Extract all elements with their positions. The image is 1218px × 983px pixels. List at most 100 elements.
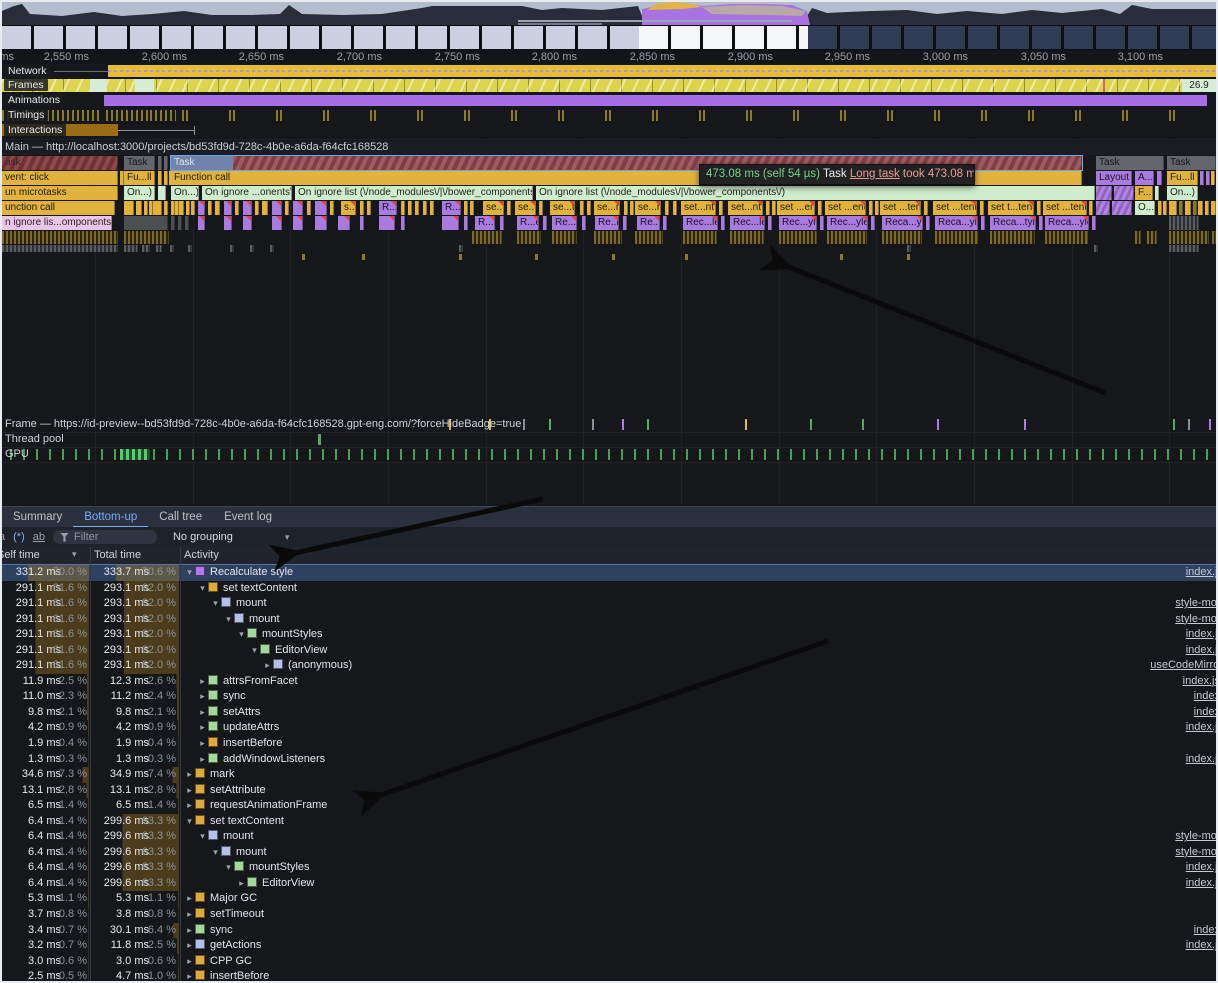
- flame-event[interactable]: n ignore lis...omponents\/): [2, 216, 112, 230]
- flame-event[interactable]: Reca...yle: [1045, 216, 1089, 230]
- activity-name[interactable]: mount: [236, 846, 267, 858]
- grid-header-total-time[interactable]: Total time: [94, 549, 141, 561]
- activity-cell[interactable]: ▸mark: [180, 767, 1216, 783]
- flame-event-fragment[interactable]: [1169, 201, 1177, 215]
- table-row[interactable]: 6.4 ms1.4 %299.6 ms63.3 %▾set textConten…: [2, 814, 1216, 830]
- grid-header-self-time[interactable]: Self time: [0, 549, 40, 561]
- flame-event-fragment[interactable]: [539, 201, 543, 215]
- flame-event-fragment[interactable]: [124, 245, 138, 252]
- table-row[interactable]: 3.2 ms0.7 %11.8 ms2.5 %▸getActionsindex.…: [2, 938, 1216, 954]
- activity-name[interactable]: Major GC: [210, 892, 257, 904]
- activity-name[interactable]: mount: [236, 597, 267, 609]
- activity-cell[interactable]: ▸syncindex.: [180, 923, 1216, 939]
- source-link[interactable]: index.js:: [1183, 674, 1216, 690]
- flame-event-fragment[interactable]: [721, 216, 725, 230]
- flame-event-fragment[interactable]: [464, 216, 468, 230]
- flame-event-fragment[interactable]: [1200, 171, 1204, 185]
- activity-cell[interactable]: ▾mountStylesindex.js: [180, 860, 1216, 876]
- flame-event-fragment[interactable]: [1114, 186, 1134, 200]
- flame-event-fragment[interactable]: [772, 201, 776, 215]
- activity-name[interactable]: (anonymous): [288, 659, 352, 671]
- flame-event-fragment[interactable]: [779, 231, 817, 244]
- activity-name[interactable]: sync: [210, 924, 233, 936]
- source-link[interactable]: index.js: [1186, 720, 1216, 736]
- expander-icon[interactable]: ▾: [236, 627, 247, 643]
- track-frame[interactable]: Frame — https://id-preview--bd53fd9d-728…: [2, 417, 1216, 433]
- flame-event-fragment[interactable]: [171, 216, 175, 230]
- flame-event-fragment[interactable]: [367, 201, 371, 215]
- match-case-icon[interactable]: a: [0, 531, 5, 543]
- table-row[interactable]: 3.4 ms0.7 %30.1 ms6.4 %▸syncindex.: [2, 923, 1216, 939]
- flame-event-fragment[interactable]: [415, 201, 419, 215]
- source-link[interactable]: index.js: [1186, 876, 1216, 892]
- track-network[interactable]: Network: [2, 64, 1216, 79]
- flame-event-fragment[interactable]: [235, 201, 239, 215]
- flame-event-fragment[interactable]: [1205, 201, 1209, 215]
- flame-event-fragment[interactable]: [360, 201, 364, 215]
- table-row[interactable]: 3.0 ms0.6 %3.0 ms0.6 %▸CPP GC: [2, 954, 1216, 970]
- flame-event-fragment[interactable]: [338, 216, 350, 230]
- flame-event-fragment[interactable]: [153, 201, 162, 215]
- expander-icon[interactable]: ▸: [184, 783, 195, 799]
- activity-cell[interactable]: ▸requestAnimationFrame: [180, 798, 1216, 814]
- activity-cell[interactable]: ▾EditorViewindex.js: [180, 643, 1216, 659]
- source-link[interactable]: style-mod: [1175, 612, 1216, 628]
- table-row[interactable]: 3.7 ms0.8 %3.8 ms0.8 %▸setTimeout: [2, 907, 1216, 923]
- expander-icon[interactable]: ▸: [197, 752, 208, 768]
- flame-event-fragment[interactable]: [307, 201, 311, 215]
- flame-event[interactable]: R...: [442, 201, 461, 215]
- time-ruler[interactable]: ms2,550 ms2,600 ms2,650 ms2,700 ms2,750 …: [2, 50, 1216, 65]
- flame-event-fragment[interactable]: [186, 201, 190, 215]
- flame-event-fragment[interactable]: [362, 254, 365, 260]
- flame-event-fragment[interactable]: [208, 201, 212, 215]
- bottom-up-grid[interactable]: 331.2 ms70.0 %333.7 ms70.6 %▾Recalculate…: [2, 565, 1216, 983]
- activity-cell[interactable]: ▸syncindex.: [180, 689, 1216, 705]
- flame-event[interactable]: se...nt: [635, 201, 661, 215]
- flame-event-fragment[interactable]: [981, 216, 985, 230]
- flame-event-fragment[interactable]: [517, 231, 541, 244]
- activity-name[interactable]: mountStyles: [262, 628, 323, 640]
- flame-event-fragment[interactable]: [768, 216, 772, 230]
- expander-icon[interactable]: ▾: [184, 814, 195, 830]
- activity-cell[interactable]: ▾mountstyle-mod: [180, 829, 1216, 845]
- track-thread-pool[interactable]: Thread pool: [2, 432, 1216, 448]
- regex-icon[interactable]: (*): [13, 531, 25, 543]
- table-row[interactable]: 11.9 ms2.5 %12.3 ms2.6 %▸attrsFromFaceti…: [2, 674, 1216, 690]
- flame-event-fragment[interactable]: [191, 201, 195, 215]
- flame-event[interactable]: R...e: [475, 216, 495, 230]
- flame-event-fragment[interactable]: [250, 245, 254, 252]
- tooltip-longtask-link[interactable]: Long task: [850, 168, 900, 180]
- flame-event-fragment[interactable]: [840, 254, 843, 260]
- flame-event[interactable]: set...nt: [681, 201, 716, 215]
- flame-event-fragment[interactable]: [623, 216, 627, 230]
- expander-icon[interactable]: ▸: [197, 689, 208, 705]
- flame-event-fragment[interactable]: [2, 231, 118, 244]
- activity-name[interactable]: Recalculate style: [210, 566, 293, 578]
- flame-event-fragment[interactable]: [612, 254, 615, 260]
- activity-cell[interactable]: ▸EditorViewindex.js: [180, 876, 1216, 892]
- flame-event-fragment[interactable]: [1212, 231, 1216, 244]
- flame-event-fragment[interactable]: [179, 201, 184, 215]
- flame-event[interactable]: On ignore list (\/node_modules\/|\/bower…: [295, 186, 533, 200]
- activity-cell[interactable]: ▾mountstyle-mod: [180, 596, 1216, 612]
- track-frames[interactable]: 26.9 ms Frames: [2, 78, 1216, 94]
- table-row[interactable]: 6.4 ms1.4 %299.6 ms63.3 %▾mountstyle-mod: [2, 845, 1216, 861]
- flame-event-fragment[interactable]: [552, 231, 577, 244]
- activity-name[interactable]: EditorView: [262, 877, 314, 889]
- activity-cell[interactable]: ▸setAttribute: [180, 783, 1216, 799]
- source-link[interactable]: style-mod: [1175, 845, 1216, 861]
- table-row[interactable]: 291.1 ms61.6 %293.1 ms62.0 %▾EditorViewi…: [2, 643, 1216, 659]
- flame-event-fragment[interactable]: [582, 216, 586, 230]
- flame-event-fragment[interactable]: [330, 201, 334, 215]
- activity-name[interactable]: set textContent: [210, 815, 284, 827]
- activity-cell[interactable]: ▸setAttrsindex,: [180, 705, 1216, 721]
- activity-cell[interactable]: ▸setTimeout: [180, 907, 1216, 923]
- table-row[interactable]: 291.1 ms61.6 %293.1 ms62.0 %▸(anonymous)…: [2, 658, 1216, 674]
- frames-bar[interactable]: [2, 79, 1182, 92]
- flame-event-fragment[interactable]: [158, 156, 162, 170]
- flame-event-fragment[interactable]: [224, 216, 232, 230]
- flame-event-fragment[interactable]: [198, 216, 205, 230]
- activity-cell[interactable]: ▸attrsFromFacetindex.js:: [180, 674, 1216, 690]
- activity-cell[interactable]: ▸insertBefore: [180, 736, 1216, 752]
- flame-event-fragment[interactable]: [2, 245, 118, 252]
